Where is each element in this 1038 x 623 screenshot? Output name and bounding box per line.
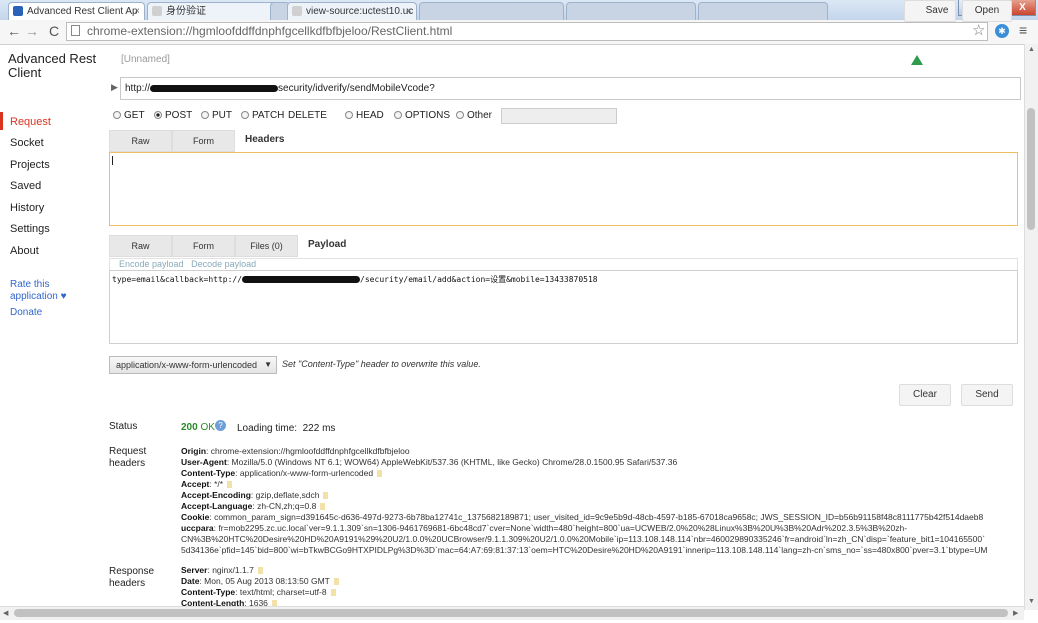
request-header-row: Accept-Encoding: gzip,deflate,sdch — [181, 490, 329, 501]
request-header-row: Content-Type: application/x-www-form-url… — [181, 468, 383, 479]
other-method-input[interactable] — [501, 108, 617, 124]
response-header-row: Server: nginx/1.1.7 — [181, 565, 263, 576]
sidebar-item-about[interactable]: About — [10, 245, 39, 257]
method-put-radio[interactable]: PUT — [201, 110, 232, 121]
sidebar-item-socket[interactable]: Socket — [10, 137, 44, 149]
tab-advanced-rest-client[interactable]: Advanced Rest Client Ap × — [8, 2, 145, 20]
scroll-down-arrow-icon[interactable]: ▼ — [1028, 598, 1035, 605]
request-header-row: Accept-Language: zh-CN,zh;q=0.8 — [181, 501, 326, 512]
tab-title: Advanced Rest Client Ap — [27, 6, 138, 17]
tab-payload-raw[interactable]: Raw — [109, 235, 172, 257]
request-header-row: User-Agent: Mozilla/5.0 (Windows NT 6.1;… — [181, 457, 678, 467]
response-header-row: Content-Type: text/html; charset=utf-8 — [181, 587, 336, 598]
response-headers-label: Response headers — [109, 566, 155, 589]
star-icon[interactable]: ☆ — [972, 21, 985, 39]
redacted-host — [242, 276, 361, 283]
redacted-host — [150, 84, 279, 92]
tab-payload-label: Payload — [308, 235, 368, 257]
tab-title: 身份验证 — [166, 6, 206, 17]
request-header-row: uccpara: fr=mob2295.zc.uc.local`ver=9.1.… — [181, 523, 908, 533]
tab-payload-form[interactable]: Form — [172, 235, 235, 257]
text-caret — [112, 156, 113, 165]
scroll-up-arrow-icon[interactable]: ▲ — [1028, 46, 1035, 53]
rate-app-link[interactable]: Rate this application ♥ — [10, 279, 72, 303]
content-type-select[interactable]: application/x-www-form-urlencoded ▼ — [109, 356, 277, 374]
method-head-radio[interactable]: HEAD — [345, 110, 384, 121]
page-favicon-icon — [292, 6, 302, 16]
request-header-row: Cookie: common_param_sign=d391645c-d636-… — [181, 512, 984, 522]
app-title: Advanced Rest Client — [8, 51, 97, 80]
expand-arrow-icon[interactable]: ▶ — [111, 82, 118, 93]
tab-blurred-4[interactable] — [698, 2, 828, 20]
request-header-row: Accept: */* — [181, 479, 233, 490]
extension-icon[interactable]: ✱ — [995, 24, 1009, 38]
donate-link[interactable]: Donate — [10, 307, 42, 319]
save-button[interactable]: Save — [904, 0, 956, 22]
status-label: Status — [109, 421, 138, 432]
tab-view-source[interactable]: view-source:uctest10.uc × — [287, 2, 417, 20]
scroll-left-arrow-icon[interactable]: ◀ — [3, 609, 8, 617]
loading-time: Loading time: 222 ms — [237, 423, 336, 434]
request-header-row: CN%3B%20HTC%20Desire%20HD%20A9191%29%20U… — [181, 534, 985, 544]
tab-identity-verification[interactable]: 身份验证 × — [147, 2, 284, 20]
chevron-down-icon: ▼ — [264, 360, 272, 369]
page-icon — [71, 25, 80, 36]
response-header-row: Date: Mon, 05 Aug 2013 08:13:50 GMT — [181, 576, 339, 587]
method-post-radio[interactable]: POST — [154, 110, 192, 121]
close-icon[interactable]: × — [406, 3, 412, 20]
menu-icon[interactable]: ≡ — [1019, 22, 1027, 38]
headers-textarea[interactable] — [109, 152, 1018, 226]
status-code: 200 OK — [181, 422, 215, 433]
back-arrow-icon[interactable]: ← — [6, 22, 22, 40]
drive-icon — [911, 55, 923, 65]
send-button[interactable]: Send — [961, 384, 1013, 406]
vertical-scroll-thumb[interactable] — [1027, 108, 1035, 230]
sidebar-item-saved[interactable]: Saved — [10, 180, 41, 192]
address-bar[interactable]: chrome-extension://hgmloofddffdnphfgcell… — [66, 22, 988, 41]
forward-arrow-icon[interactable]: → — [24, 22, 40, 40]
request-header-row: 5d34136e`pfid=145`bid=800`wi=bTkwBCGo9HT… — [181, 545, 988, 555]
tab-headers-form[interactable]: Form — [172, 130, 235, 152]
request-headers-label: Request headers — [109, 446, 147, 469]
method-patch-radio[interactable]: PATCH — [241, 110, 284, 121]
close-window-button[interactable]: X — [1009, 0, 1036, 16]
scroll-right-arrow-icon[interactable]: ▶ — [1013, 609, 1018, 617]
method-get-radio[interactable]: GET — [113, 110, 145, 121]
tab-headers-label: Headers — [245, 130, 305, 152]
method-options-radio[interactable]: OPTIONS — [394, 110, 450, 121]
tab-blurred-2[interactable] — [419, 2, 564, 20]
sidebar-item-settings[interactable]: Settings — [10, 223, 50, 235]
content-type-hint: Set "Content-Type" header to overwrite t… — [282, 359, 481, 369]
open-button[interactable]: Open — [962, 0, 1012, 22]
request-name[interactable]: [Unnamed] — [121, 54, 170, 65]
tab-title: view-source:uctest10.uc — [306, 6, 414, 17]
encode-payload-link[interactable]: Encode payload — [119, 259, 184, 269]
tab-blurred-3[interactable] — [566, 2, 696, 20]
tab-payload-files[interactable]: Files (0) — [235, 235, 298, 257]
close-icon[interactable]: × — [134, 3, 140, 20]
sidebar-item-projects[interactable]: Projects — [10, 159, 50, 171]
decode-payload-link[interactable]: Decode payload — [191, 259, 256, 269]
method-other-radio[interactable]: Other — [456, 110, 492, 121]
info-icon[interactable]: ? — [215, 420, 226, 431]
sidebar-item-request[interactable]: Request — [10, 116, 51, 128]
url-input[interactable]: http://security/idverify/sendMobileVcode… — [120, 77, 1021, 100]
horizontal-scroll-thumb[interactable] — [14, 609, 1008, 617]
page-favicon-icon — [152, 6, 162, 16]
active-nav-indicator — [0, 112, 3, 130]
method-delete-radio[interactable]: DELETE — [288, 110, 327, 121]
reload-icon[interactable]: C — [46, 22, 62, 40]
request-header-row: Origin: chrome-extension://hgmloofddffdn… — [181, 446, 410, 456]
payload-textarea[interactable]: type=email&callback=http:///security/ema… — [109, 270, 1018, 344]
rest-client-favicon-icon — [13, 6, 23, 16]
sidebar-item-history[interactable]: History — [10, 202, 44, 214]
tab-headers-raw[interactable]: Raw — [109, 130, 172, 152]
clear-button[interactable]: Clear — [899, 384, 951, 406]
payload-encoding-links: Encode payload Decode payload — [109, 258, 1018, 270]
